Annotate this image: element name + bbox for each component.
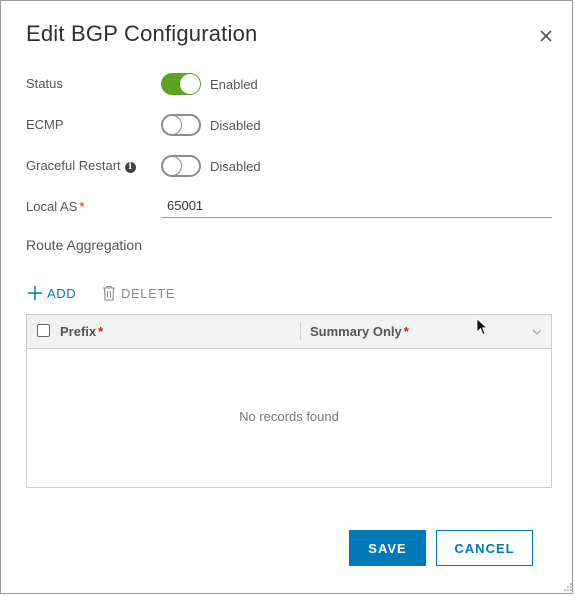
column-separator[interactable]	[300, 323, 301, 340]
add-label: ADD	[47, 285, 77, 301]
close-icon[interactable]	[537, 27, 555, 45]
status-label: Status	[26, 76, 63, 91]
ecmp-label: ECMP	[26, 117, 64, 132]
graceful-restart-state: Disabled	[210, 159, 261, 174]
graceful-restart-toggle[interactable]	[161, 155, 201, 177]
trash-icon	[103, 285, 115, 301]
status-state: Enabled	[210, 77, 258, 92]
graceful-restart-text: Graceful Restart	[26, 158, 121, 173]
column-prefix[interactable]: Prefix *	[60, 324, 103, 339]
plus-icon	[28, 286, 42, 300]
ecmp-toggle[interactable]	[161, 114, 201, 136]
column-prefix-label: Prefix	[60, 324, 97, 339]
local-as-input[interactable]	[161, 194, 552, 218]
graceful-restart-label: Graceful Restart i	[26, 158, 136, 173]
ecmp-state: Disabled	[210, 118, 261, 133]
route-aggregation-title: Route Aggregation	[26, 237, 142, 253]
local-as-text: Local AS	[26, 199, 78, 214]
chevron-down-icon[interactable]	[530, 325, 544, 339]
dialog-title: Edit BGP Configuration	[26, 21, 258, 46]
required-mark: *	[403, 324, 409, 339]
route-aggregation-grid: Prefix * Summary Only * No records found	[26, 314, 552, 488]
empty-message: No records found	[239, 409, 339, 424]
grid-header: Prefix * Summary Only *	[27, 315, 551, 349]
info-icon[interactable]: i	[124, 162, 136, 173]
column-summary-only[interactable]: Summary Only *	[310, 324, 409, 339]
required-mark: *	[79, 199, 85, 214]
delete-button[interactable]: DELETE	[102, 285, 175, 301]
status-toggle[interactable]	[161, 73, 201, 95]
resize-grip-icon[interactable]	[562, 582, 573, 593]
toggle-knob	[162, 156, 182, 176]
column-summary-only-label: Summary Only	[310, 324, 402, 339]
select-all-checkbox[interactable]	[37, 324, 50, 337]
mouse-cursor-icon	[476, 318, 488, 336]
delete-label: DELETE	[121, 285, 176, 301]
save-button[interactable]: SAVE	[349, 530, 426, 566]
required-mark: *	[98, 324, 104, 339]
toggle-knob	[180, 74, 200, 94]
toggle-knob	[162, 115, 182, 135]
local-as-label: Local AS *	[26, 199, 84, 214]
cancel-button[interactable]: CANCEL	[436, 530, 533, 566]
add-button[interactable]: ADD	[27, 285, 76, 301]
edit-bgp-dialog: Edit BGP Configuration Status Enabled EC…	[0, 0, 573, 594]
